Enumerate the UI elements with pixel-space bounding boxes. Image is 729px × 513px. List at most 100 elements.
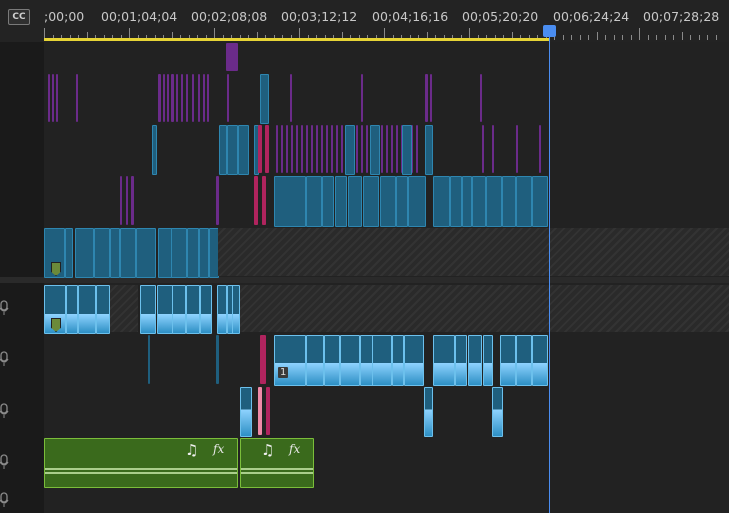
video-clip[interactable] [254,176,258,225]
video-clip[interactable] [227,74,229,122]
video-clip[interactable] [516,125,518,173]
video-clip[interactable] [539,125,541,173]
video-clip[interactable] [226,43,238,71]
video-clip[interactable] [131,176,134,225]
video-clip[interactable] [381,125,383,173]
video-clip[interactable] [238,125,249,175]
microphone-icon[interactable] [0,402,12,419]
video-clip[interactable] [316,125,318,173]
audio-clip[interactable] [200,285,212,334]
audio-clip[interactable] [260,335,266,384]
video-clip[interactable] [290,74,292,122]
video-clip[interactable] [396,176,408,227]
video-clip[interactable] [227,125,238,175]
audio-clip[interactable] [217,285,227,334]
microphone-icon[interactable] [0,300,12,316]
video-clip[interactable] [198,74,200,122]
video-clip[interactable] [396,125,398,173]
video-clip[interactable] [335,176,347,227]
audio-clip[interactable] [148,335,150,384]
video-clip[interactable] [361,74,363,122]
video-clip[interactable] [56,74,58,122]
video-clip[interactable] [76,74,78,122]
video-clip[interactable] [366,125,368,173]
work-area-bar[interactable] [44,38,549,41]
video-clip[interactable] [492,125,494,173]
video-clip[interactable] [158,228,172,278]
video-clip[interactable] [265,125,269,173]
video-clip[interactable] [326,125,328,173]
video-clip[interactable] [486,176,502,227]
video-clip[interactable] [158,74,161,122]
video-clip[interactable] [110,228,120,278]
audio-clip[interactable] [274,335,306,386]
audio-clip[interactable] [232,285,240,334]
video-clip[interactable] [425,74,428,122]
audio-clip[interactable] [392,335,404,386]
audio-clip[interactable] [172,285,186,334]
video-clip[interactable] [380,176,396,227]
audio-clip[interactable] [240,387,252,437]
music-clip[interactable]: ♫ fx [240,438,314,488]
video-clip[interactable] [301,125,303,173]
video-clip[interactable] [171,228,187,278]
video-clip[interactable] [345,125,355,175]
audio-clip[interactable] [306,335,324,386]
video-clip[interactable] [430,74,432,122]
video-clip[interactable] [258,125,262,173]
audio-clip[interactable] [500,335,516,386]
video-clip[interactable] [163,74,165,122]
audio-clip[interactable] [140,285,156,334]
video-clip[interactable] [472,176,486,227]
video-clip[interactable] [416,125,418,173]
video-clip[interactable] [482,125,484,173]
video-clip[interactable] [120,228,136,278]
video-clip[interactable] [462,176,472,227]
audio-clip[interactable] [492,387,503,437]
audio-clip[interactable] [483,335,493,386]
track-row[interactable] [44,385,729,437]
audio-clip[interactable] [324,335,340,386]
audio-clip[interactable] [424,387,433,437]
video-clip[interactable] [502,176,516,227]
fx-badge-icon[interactable]: fx [289,442,300,456]
audio-clip[interactable] [532,335,548,386]
video-clip[interactable] [274,176,306,227]
music-clip[interactable]: ♫ fx [44,438,238,488]
video-clip[interactable] [321,125,323,173]
audio-clip[interactable] [78,285,96,334]
audio-clip[interactable] [66,285,78,334]
video-clip[interactable] [331,125,333,173]
audio-clip[interactable] [266,387,270,435]
video-clip[interactable] [276,125,278,173]
video-clip[interactable] [181,74,183,122]
video-clip[interactable] [356,125,358,173]
time-ruler[interactable]: CC ;00;00 00;01;04;04 00;02;08;08 00;03;12;… [0,0,729,43]
video-clip[interactable] [260,74,269,124]
video-clip[interactable] [322,176,334,227]
video-clip[interactable] [126,176,128,225]
video-clip[interactable] [281,125,283,173]
video-clip[interactable] [262,176,266,225]
video-clip[interactable] [361,125,363,173]
video-clip[interactable] [187,228,199,278]
video-clip[interactable] [425,125,433,175]
video-clip[interactable] [480,74,482,122]
video-clip[interactable] [152,125,157,175]
video-clip[interactable] [433,176,450,227]
audio-clip[interactable] [516,335,532,386]
audio-clip[interactable] [186,285,200,334]
video-clip[interactable] [176,74,178,122]
video-clip[interactable] [75,228,94,278]
audio-clip[interactable] [468,335,482,386]
track-row[interactable] [44,42,729,73]
audio-clip[interactable] [258,387,262,435]
video-clip[interactable] [286,125,288,173]
audio-clip[interactable] [216,335,219,384]
video-clip[interactable] [348,176,362,227]
video-clip[interactable] [450,176,462,227]
video-clip[interactable] [311,125,313,173]
microphone-icon[interactable] [0,492,12,508]
video-clip[interactable] [203,74,205,122]
fx-badge-icon[interactable]: fx [213,442,224,456]
